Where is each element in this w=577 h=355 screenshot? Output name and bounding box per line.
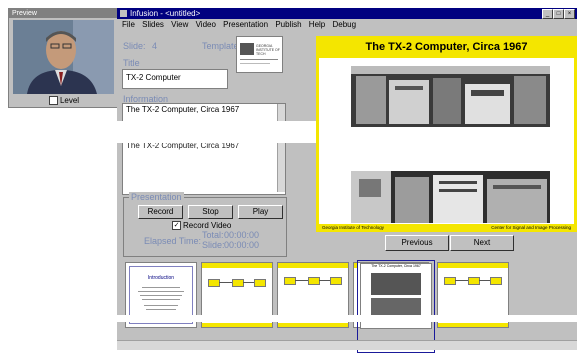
total-time: 00:00:00: [224, 230, 260, 240]
record-video-checkbox[interactable]: ✓ Record Video: [172, 221, 232, 231]
presenter-video-icon: [13, 20, 114, 94]
presentation-group: Presentation Record Stop Play ✓ Record Vi…: [123, 192, 287, 257]
previous-button[interactable]: Previous: [385, 235, 449, 251]
information-line-1: The TX-2 Computer, Circa 1967: [126, 105, 240, 114]
tx2-photo-top: [351, 66, 550, 127]
thumbnail-1-line: [142, 287, 180, 288]
menu-slides[interactable]: Slides: [142, 20, 164, 29]
title-field-value: TX-2 Computer: [126, 73, 181, 82]
slide-time-label: Slide:: [202, 240, 225, 250]
diagram-node: [254, 279, 266, 287]
diagram-node: [232, 279, 244, 287]
menu-publish[interactable]: Publish: [275, 20, 301, 29]
thumbnail-header-bar: [202, 263, 272, 268]
slide-filmstrip: Introduction The TX-2 Computer, Circa 19…: [117, 258, 577, 353]
slide-footer-left: Georgia Institute of Technology: [322, 225, 384, 230]
console-photo-icon: [351, 171, 550, 223]
title-bar: Infusion - <untitled> _ □ ×: [117, 8, 577, 19]
thumbnail-1-line: [138, 291, 184, 292]
presentation-group-label: Presentation: [129, 192, 184, 202]
title-label: Title: [123, 58, 140, 68]
level-checkbox[interactable]: Level: [9, 95, 119, 106]
thumbnail-5-title: The TX-2 Computer, Circa 1967: [371, 264, 421, 268]
thumbnail-footer-bar: [438, 323, 508, 327]
title-field[interactable]: TX-2 Computer: [122, 69, 228, 89]
slide-gap: [319, 133, 574, 166]
minimize-button[interactable]: _: [542, 9, 553, 19]
thumbnail-1-line: [142, 299, 180, 300]
slide-body: [319, 58, 574, 224]
diagram-node: [308, 277, 320, 285]
diagram-node: [444, 277, 456, 285]
record-video-check-icon[interactable]: ✓: [172, 221, 181, 231]
slide-time: 00:00:00: [224, 240, 260, 250]
thumbnail-footer-bar: [202, 323, 272, 327]
record-video-label: Record Video: [183, 221, 232, 230]
diagram-arrow: [455, 280, 468, 281]
level-label: Level: [59, 96, 80, 105]
template-preview[interactable]: GEORGIA INSTITUTE OF TECH: [236, 36, 283, 73]
slide-number-value: 4: [152, 41, 158, 51]
diagram-node: [490, 277, 502, 285]
tx2-photo-bottom: [351, 171, 550, 223]
total-label: Total:: [202, 230, 224, 240]
computer-room-photo-icon: [351, 66, 550, 127]
template-rule: [240, 59, 278, 60]
diagram-arrow: [243, 282, 254, 283]
video-preview: [13, 20, 114, 94]
menu-bar: File Slides View Video Presentation Publ…: [117, 19, 577, 30]
menu-presentation[interactable]: Presentation: [223, 20, 268, 29]
window-title: Infusion - <untitled>: [130, 9, 201, 18]
thumbnail-1-title: Introduction: [147, 275, 175, 281]
slide-label-text: Slide:: [123, 41, 146, 51]
thumbnail-photo-icon: [371, 273, 421, 295]
menu-file[interactable]: File: [122, 20, 135, 29]
record-button[interactable]: Record: [138, 205, 183, 219]
template-logo-icon: [240, 43, 254, 55]
template-rule-2: [240, 63, 270, 64]
preview-window: Preview Level: [8, 8, 120, 108]
thumbnail-header-bar: [438, 263, 508, 268]
blank-band: [117, 121, 316, 143]
next-button[interactable]: Next: [450, 235, 514, 251]
slide-view: The TX-2 Computer, Circa 1967 Georgia In…: [316, 36, 577, 232]
maximize-button[interactable]: □: [553, 9, 564, 19]
menu-debug[interactable]: Debug: [332, 20, 356, 29]
information-scrollbar[interactable]: [277, 104, 285, 192]
thumbnail-footer-bar: [278, 323, 348, 327]
diagram-node: [330, 277, 342, 285]
diagram-node: [468, 277, 480, 285]
diagram-arrow: [295, 280, 308, 281]
template-label: Template: [202, 41, 239, 51]
menu-view[interactable]: View: [171, 20, 188, 29]
diagram-node: [284, 277, 296, 285]
blank-band: [0, 315, 577, 322]
elapsed-label: Elapsed Time:: [144, 236, 202, 246]
app-icon: [120, 10, 127, 18]
level-checkbox-box[interactable]: [48, 96, 58, 106]
slide-footer-right: Center for Signal and Image Processing: [491, 225, 571, 230]
diagram-node: [208, 279, 220, 287]
slide-footer: Georgia Institute of Technology Center f…: [316, 224, 577, 232]
thumbnail-1-line: [146, 309, 176, 310]
diagram-arrow: [219, 282, 232, 283]
preview-title: Preview: [9, 9, 119, 18]
play-button[interactable]: Play: [238, 205, 283, 219]
stop-button[interactable]: Stop: [188, 205, 233, 219]
thumbnail-1-line: [140, 295, 182, 296]
information-field[interactable]: The TX-2 Computer, Circa 1967 The TX-2 C…: [122, 103, 286, 195]
diagram-arrow: [479, 280, 490, 281]
slide-heading: The TX-2 Computer, Circa 1967: [365, 41, 528, 53]
menu-help[interactable]: Help: [309, 20, 325, 29]
thumbnail-1-line: [144, 305, 178, 306]
slide-number-label: Slide: 4: [123, 41, 157, 51]
menu-video[interactable]: Video: [196, 20, 216, 29]
thumbnail-header-bar: [278, 263, 348, 268]
close-button[interactable]: ×: [564, 9, 575, 19]
diagram-arrow: [319, 280, 330, 281]
template-thumb-text: GEORGIA INSTITUTE OF TECH: [256, 44, 280, 56]
